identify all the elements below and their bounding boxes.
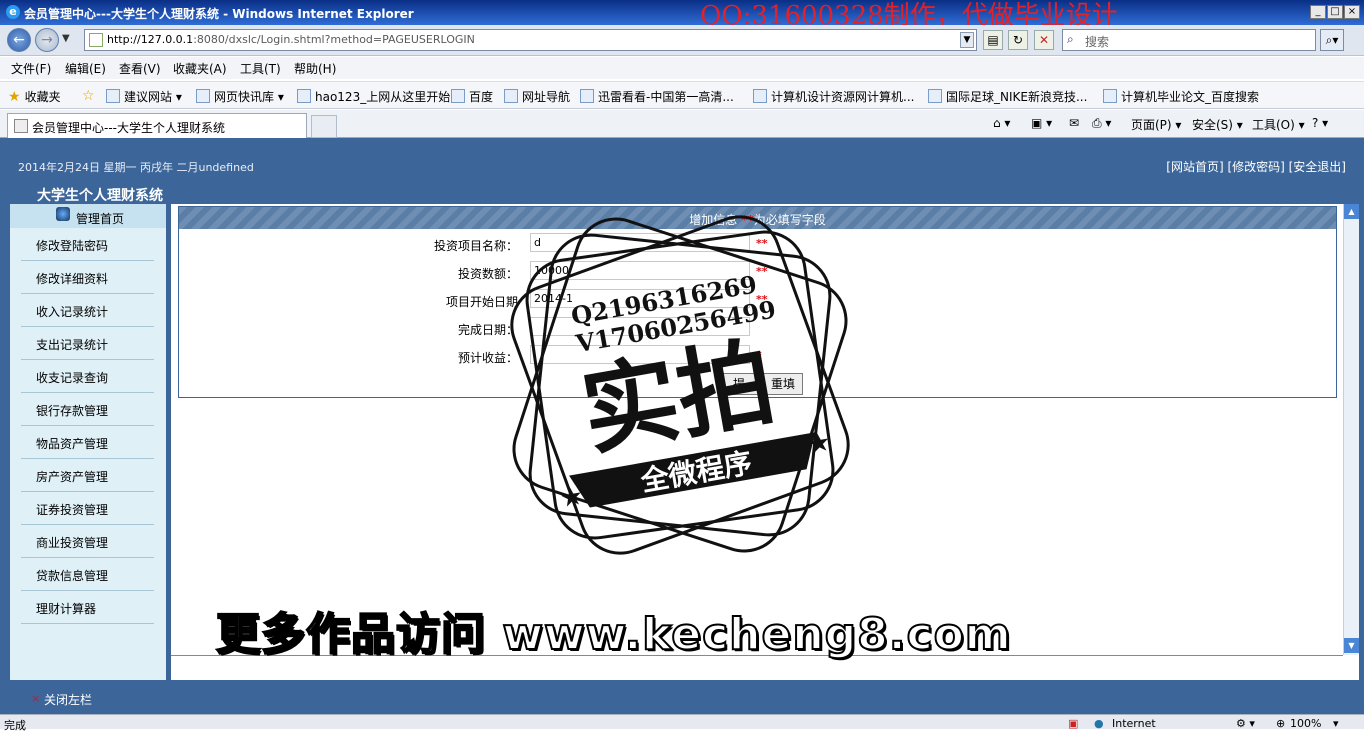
stamp-watermark: Q2196316269 V17060256499 实拍 全微程序 ★ ★ — [510, 215, 850, 555]
fav-item[interactable]: 计算机设计资源网计算机... — [753, 88, 914, 105]
history-dropdown-icon[interactable]: ▼ — [62, 33, 70, 44]
new-tab-button[interactable] — [311, 115, 337, 138]
link-icon — [451, 89, 465, 103]
menu-file[interactable]: 文件(F) — [11, 60, 51, 77]
link-icon — [753, 89, 767, 103]
close-sidebar-link[interactable]: 关闭左栏 — [44, 691, 92, 708]
link-icon — [1103, 89, 1117, 103]
address-input[interactable]: http://127.0.0.1:8080/dxslc/Login.shtml?… — [84, 29, 977, 51]
menu-bar: 文件(F) 编辑(E) 查看(V) 收藏夹(A) 工具(T) 帮助(H) — [0, 57, 1364, 79]
status-bar: 完成 ▣ ● Internet ⚙ ▾ ⊕ 100% ▾ — [0, 714, 1364, 732]
sidebar-item-property[interactable]: 房产资产管理 — [21, 459, 154, 492]
sidebar-item-bank[interactable]: 银行存款管理 — [21, 393, 154, 426]
link-icon — [928, 89, 942, 103]
status-text: 完成 — [4, 719, 26, 732]
sidebar: 管理首页 修改登陆密码 修改详细资料 收入记录统计 支出记录统计 收支记录查询 … — [10, 204, 166, 680]
fav-item[interactable]: 百度 — [451, 88, 493, 105]
menu-help[interactable]: 帮助(H) — [294, 60, 336, 77]
page-menu[interactable]: 页面(P) ▾ — [1131, 116, 1181, 133]
page-header: 2014年2月24日 星期一 丙戌年 二月undefined [网站首页] [修… — [0, 138, 1364, 204]
help-menu[interactable]: ? ▾ — [1312, 116, 1328, 130]
link-icon — [504, 89, 518, 103]
sidebar-item-change-password[interactable]: 修改登陆密码 — [21, 228, 154, 261]
sidebar-item-goods[interactable]: 物品资产管理 — [21, 426, 154, 459]
maximize-button[interactable]: □ — [1327, 5, 1343, 19]
page-footer: × 关闭左栏 — [0, 684, 1364, 714]
protected-mode-icon: ▣ — [1068, 717, 1079, 730]
zoom-dropdown-icon[interactable]: ▾ — [1333, 717, 1339, 730]
fav-item[interactable]: 网址导航 — [504, 88, 570, 105]
scroll-down-icon[interactable]: ▼ — [1344, 638, 1359, 653]
search-icon: ⌕ — [1067, 32, 1074, 46]
search-input[interactable]: ⌕ 搜索 — [1062, 29, 1316, 51]
tab-page-icon — [14, 119, 28, 133]
menu-favorites[interactable]: 收藏夹(A) — [173, 60, 227, 77]
close-button[interactable]: × — [1344, 5, 1360, 19]
globe-icon: ● — [1094, 717, 1104, 730]
menu-edit[interactable]: 编辑(E) — [65, 60, 106, 77]
scroll-up-icon[interactable]: ▲ — [1344, 204, 1359, 219]
fav-item[interactable]: 网页快讯库 ▾ — [196, 88, 284, 105]
compat-view-icon[interactable]: ▤ — [983, 30, 1003, 50]
header-date: 2014年2月24日 星期一 丙戌年 二月undefined — [18, 161, 254, 174]
fav-item[interactable]: 计算机毕业论文_百度搜索 — [1103, 88, 1259, 105]
sidebar-item-income[interactable]: 收入记录统计 — [21, 294, 154, 327]
system-name: 大学生个人理财系统 — [37, 188, 163, 204]
stop-icon[interactable]: ✕ — [1034, 30, 1054, 50]
address-toolbar: ← → ▼ http://127.0.0.1:8080/dxslc/Login.… — [0, 25, 1364, 56]
mail-icon[interactable]: ✉ — [1069, 116, 1079, 130]
menu-view[interactable]: 查看(V) — [119, 60, 161, 77]
fav-item[interactable]: 建议网站 ▾ — [106, 88, 182, 105]
ie-logo-icon: e — [6, 5, 20, 19]
sidebar-item-query[interactable]: 收支记录查询 — [21, 360, 154, 393]
sidebar-item-expense[interactable]: 支出记录统计 — [21, 327, 154, 360]
forward-button[interactable]: → — [35, 28, 59, 52]
link-icon — [297, 89, 311, 103]
refresh-icon[interactable]: ↻ — [1008, 30, 1028, 50]
search-placeholder: 搜索 — [1085, 35, 1110, 49]
zoom-icon: ⊕ — [1276, 717, 1286, 730]
link-icon — [580, 89, 594, 103]
star-icon: ★ — [8, 89, 21, 105]
computer-icon — [56, 207, 70, 221]
feeds-icon[interactable]: ▣ ▾ — [1031, 116, 1052, 130]
zone-text: Internet — [1112, 717, 1156, 730]
url-text: http://127.0.0.1:8080/dxslc/Login.shtml?… — [107, 33, 475, 46]
close-sidebar-icon: × — [31, 692, 41, 705]
favorites-button[interactable]: ★ 收藏夹 — [8, 88, 61, 105]
safety-menu[interactable]: 安全(S) ▾ — [1192, 116, 1243, 133]
window-title: 会员管理中心---大学生个人理财系统 - Windows Internet Ex… — [24, 7, 414, 21]
sidebar-item-loan[interactable]: 贷款信息管理 — [21, 558, 154, 591]
zoom-level[interactable]: 100% — [1290, 717, 1321, 730]
add-favorite-icon[interactable]: ☆ — [82, 88, 99, 104]
print-icon[interactable]: ⎙ ▾ — [1092, 116, 1111, 131]
protected-settings-icon[interactable]: ⚙ ▾ — [1236, 717, 1255, 730]
menu-tools[interactable]: 工具(T) — [240, 60, 281, 77]
fav-item[interactable]: 迅雷看看-中国第一高清... — [580, 88, 734, 105]
fav-item[interactable]: 国际足球_NIKE新浪竞技... — [928, 88, 1087, 105]
vertical-scrollbar[interactable]: ▲ ▼ — [1343, 204, 1359, 655]
favorites-bar: ★ 收藏夹 ☆ 建议网站 ▾ 网页快讯库 ▾ hao123_上网从这里开始 百度 … — [0, 81, 1364, 109]
window-titlebar: e 会员管理中心---大学生个人理财系统 - Windows Internet … — [0, 0, 1364, 31]
sidebar-item-calculator[interactable]: 理财计算器 — [21, 591, 154, 624]
sidebar-item-business[interactable]: 商业投资管理 — [21, 525, 154, 558]
sidebar-item-profile[interactable]: 修改详细资料 — [21, 261, 154, 294]
site-watermark: 更多作品访问 www.kecheng8.com — [215, 608, 1012, 661]
search-go-button[interactable]: ⌕▾ — [1320, 29, 1344, 51]
header-links[interactable]: [网站首页] [修改密码] [安全退出] — [1166, 158, 1346, 175]
sidebar-home[interactable]: 管理首页 — [10, 204, 166, 228]
fav-item[interactable]: hao123_上网从这里开始 — [297, 88, 450, 105]
sidebar-item-securities[interactable]: 证券投资管理 — [21, 492, 154, 525]
address-dropdown-icon[interactable]: ▼ — [960, 32, 974, 48]
link-icon — [196, 89, 210, 103]
page-icon — [89, 33, 103, 47]
minimize-button[interactable]: _ — [1310, 5, 1326, 19]
back-button[interactable]: ← — [7, 28, 31, 52]
tab-active[interactable]: 会员管理中心---大学生个人理财系统 — [7, 113, 307, 138]
home-icon[interactable]: ⌂ ▾ — [993, 116, 1010, 130]
tools-menu[interactable]: 工具(O) ▾ — [1252, 116, 1305, 133]
link-icon — [106, 89, 120, 103]
